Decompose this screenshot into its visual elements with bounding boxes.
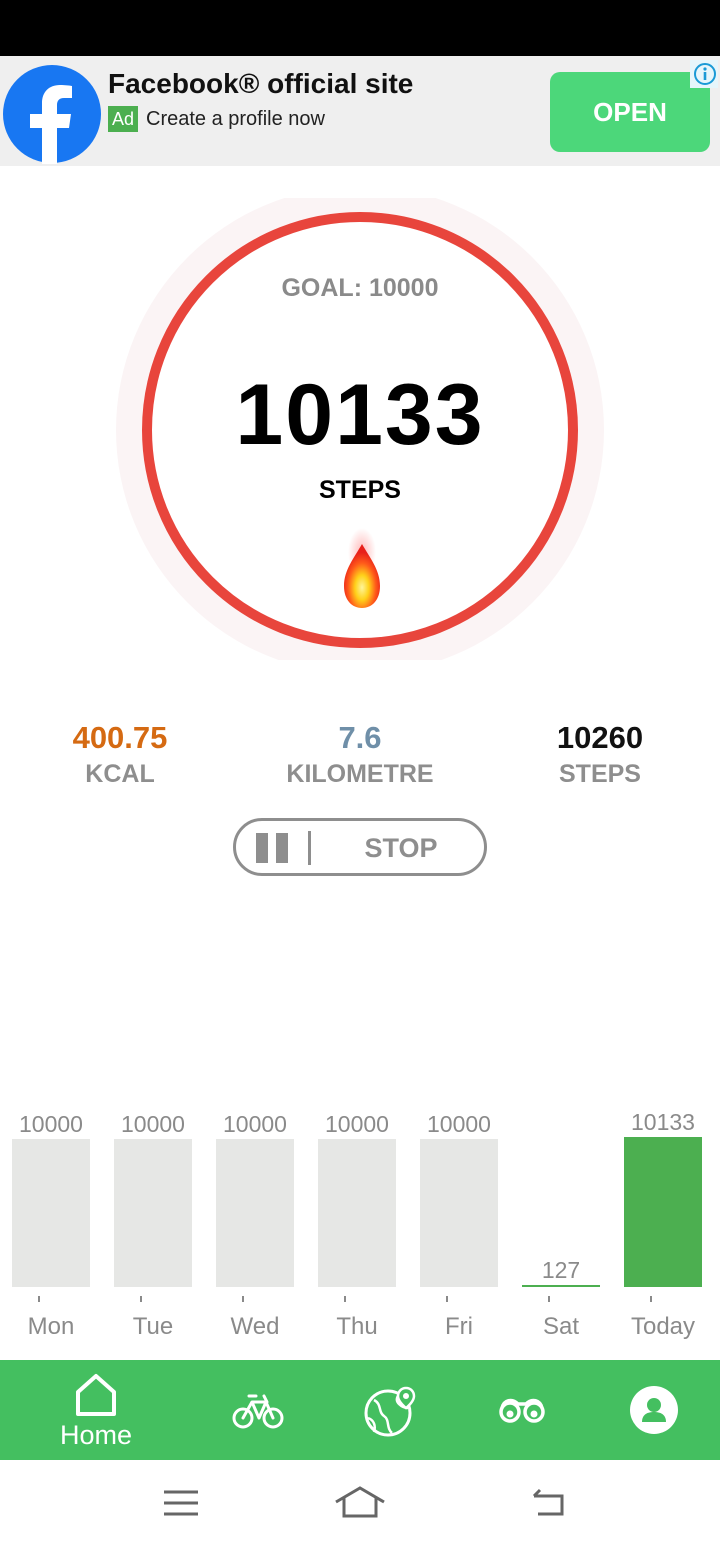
kcal-label: KCAL	[85, 760, 155, 788]
globe-map-icon	[364, 1386, 416, 1437]
system-navigation-bar	[0, 1460, 720, 1544]
total-steps-value: 10260	[556, 720, 644, 755]
menu-icon[interactable]	[162, 1488, 200, 1518]
ad-badge: Ad	[108, 106, 138, 132]
bar-value-label: 10000	[325, 1111, 389, 1137]
stop-label[interactable]: STOP	[336, 833, 466, 864]
bar-tue	[114, 1139, 192, 1287]
profile-icon	[630, 1386, 678, 1434]
binoculars-icon	[499, 1398, 545, 1423]
kcal-value: 400.75	[72, 720, 168, 755]
flame-icon	[344, 528, 380, 608]
stat-kcal: 400.75 KCAL	[10, 718, 230, 789]
x-tick-label: Sat	[543, 1313, 579, 1340]
status-bar	[0, 0, 720, 56]
total-steps-label: STEPS	[559, 760, 641, 788]
pause-icon[interactable]	[256, 833, 288, 863]
step-count: 10133	[235, 367, 485, 463]
nav-home[interactable]: Home	[46, 1360, 146, 1460]
x-tick-label: Thu	[336, 1313, 377, 1340]
bar-wed	[216, 1139, 294, 1287]
ad-banner[interactable]: Facebook® official site Ad Create a prof…	[0, 56, 720, 166]
bar-value-label: 10000	[427, 1111, 491, 1137]
bicycle-icon	[232, 1394, 284, 1429]
facebook-logo-icon	[3, 65, 101, 164]
bar-thu	[318, 1139, 396, 1287]
x-tick-label: Mon	[28, 1313, 75, 1340]
nav-map[interactable]	[354, 1360, 426, 1460]
ad-subtitle[interactable]: Create a profile now	[146, 106, 325, 132]
bar-mon	[12, 1139, 90, 1287]
home-icon	[76, 1374, 116, 1416]
screen: Facebook® official site Ad Create a prof…	[0, 0, 720, 1544]
back-icon[interactable]	[528, 1486, 568, 1518]
bar-today	[624, 1137, 702, 1287]
bar-value-label: 10133	[631, 1109, 695, 1135]
bottom-nav: Home	[0, 1360, 720, 1460]
bar-fri	[420, 1139, 498, 1287]
bar-value-label: 10000	[19, 1111, 83, 1137]
distance-value: 7.6	[338, 720, 382, 755]
stat-steps: 10260 STEPS	[490, 718, 710, 789]
distance-label: KILOMETRE	[286, 760, 434, 788]
bar-sat	[522, 1285, 600, 1287]
x-tick-label: Tue	[133, 1313, 173, 1340]
bar-value-label: 10000	[121, 1111, 185, 1137]
home-outline-icon[interactable]	[334, 1484, 386, 1520]
nav-cycling[interactable]	[222, 1360, 294, 1460]
button-divider	[308, 831, 311, 865]
x-tick-label: Fri	[445, 1313, 473, 1340]
steps-label: STEPS	[319, 476, 401, 504]
nav-discover[interactable]	[486, 1360, 558, 1460]
ad-open-button[interactable]: OPEN	[550, 72, 710, 152]
ad-title[interactable]: Facebook® official site	[108, 68, 413, 100]
goal-label: GOAL: 10000	[281, 274, 439, 302]
stat-distance: 7.6 KILOMETRE	[250, 718, 470, 789]
nav-home-label: Home	[59, 1420, 133, 1450]
pause-stop-button[interactable]: STOP	[233, 818, 487, 876]
bar-value-label: 127	[542, 1257, 580, 1283]
nav-profile[interactable]	[618, 1360, 690, 1460]
x-tick-label: Wed	[231, 1313, 280, 1340]
info-icon[interactable]	[690, 60, 718, 88]
x-tick-label: Today	[631, 1313, 695, 1340]
bar-value-label: 10000	[223, 1111, 287, 1137]
weekly-steps-chart: 10000 Mon 10000 Tue 10000 Wed 10000 Thu 10000 Fri…	[12, 1109, 702, 1340]
